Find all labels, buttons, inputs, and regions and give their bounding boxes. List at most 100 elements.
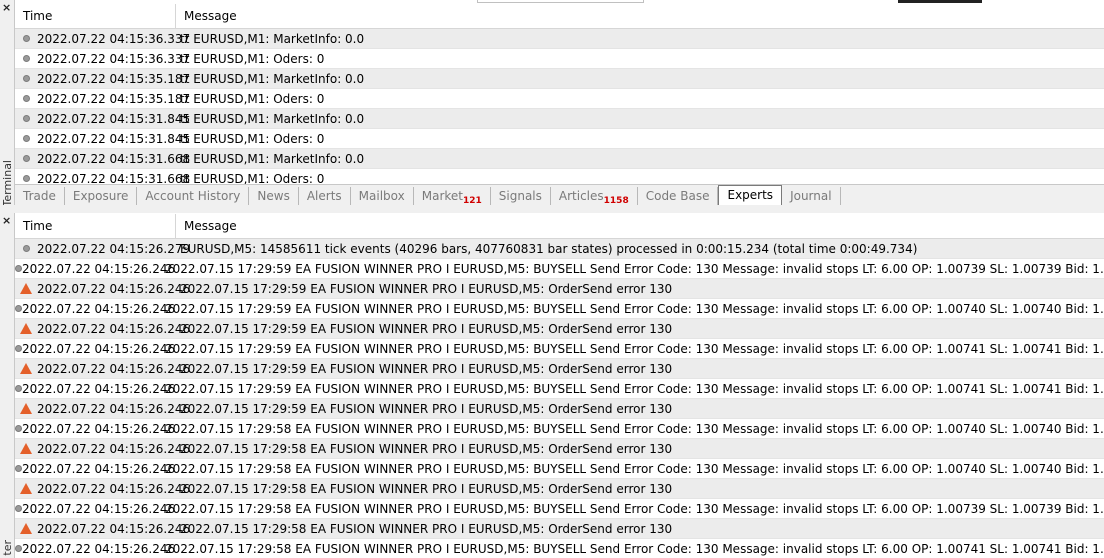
row-icon-cell bbox=[15, 465, 22, 472]
tester-rows: 2022.07.22 04:15:26.279 EURUSD,M5: 145856… bbox=[15, 239, 1104, 558]
tab-code-base[interactable]: Code Base bbox=[638, 187, 719, 205]
log-time: 2022.07.22 04:15:26.246 bbox=[22, 501, 176, 516]
log-time: 2022.07.22 04:15:31.668 bbox=[37, 171, 191, 185]
tab-label: Mailbox bbox=[358, 189, 405, 203]
log-row[interactable]: 2022.07.22 04:15:26.246 2022.07.15 17:29:… bbox=[15, 539, 1104, 558]
tab-market[interactable]: Market121 bbox=[414, 187, 491, 206]
row-icon-cell bbox=[15, 265, 22, 272]
log-time: 2022.07.22 04:15:26.246 bbox=[22, 341, 176, 356]
log-time: 2022.07.22 04:15:26.246 bbox=[37, 361, 191, 376]
log-row[interactable]: 2022.07.22 04:15:26.246 2022.07.15 17:29:… bbox=[15, 359, 1104, 379]
terminal-log-panel: Time Message 2022.07.22 04:15:36.337 tt E… bbox=[15, 4, 1104, 184]
info-dot-icon bbox=[15, 305, 22, 312]
tab-experts[interactable]: Experts bbox=[718, 185, 783, 205]
row-icon-cell bbox=[15, 443, 37, 454]
row-icon-cell bbox=[15, 75, 37, 82]
column-header-time[interactable]: Time bbox=[15, 4, 176, 28]
log-message: 2022.07.15 17:29:59 EA FUSION WINNER PRO… bbox=[180, 401, 673, 416]
log-row[interactable]: 2022.07.22 04:15:35.187 tt EURUSD,M1: Ode… bbox=[15, 89, 1104, 109]
log-message: tt EURUSD,M1: Oders: 0 bbox=[180, 131, 325, 146]
log-time: 2022.07.22 04:15:26.246 bbox=[22, 261, 176, 276]
log-message: tt EURUSD,M1: MarketInfo: 0.0 bbox=[180, 71, 365, 86]
log-row[interactable]: 2022.07.22 04:15:31.668 tt EURUSD,M1: Ode… bbox=[15, 169, 1104, 184]
info-dot-icon bbox=[15, 505, 22, 512]
log-row[interactable]: 2022.07.22 04:15:26.246 2022.07.15 17:29:… bbox=[15, 299, 1104, 319]
row-icon-cell bbox=[15, 95, 37, 102]
log-row[interactable]: 2022.07.22 04:15:26.246 2022.07.15 17:29:… bbox=[15, 279, 1104, 299]
log-time: 2022.07.22 04:15:26.246 bbox=[22, 541, 176, 556]
terminal-table-header: Time Message bbox=[15, 4, 1104, 29]
info-dot-icon bbox=[15, 345, 22, 352]
log-row[interactable]: 2022.07.22 04:15:26.246 2022.07.15 17:29:… bbox=[15, 479, 1104, 499]
info-dot-icon bbox=[22, 115, 30, 122]
log-row[interactable]: 2022.07.22 04:15:26.246 2022.07.15 17:29:… bbox=[15, 439, 1104, 459]
log-row[interactable]: 2022.07.22 04:15:26.246 2022.07.15 17:29:… bbox=[15, 339, 1104, 359]
log-row[interactable]: 2022.07.22 04:15:26.246 2022.07.15 17:29:… bbox=[15, 499, 1104, 519]
tab-mailbox[interactable]: Mailbox bbox=[351, 187, 414, 205]
log-row[interactable]: 2022.07.22 04:15:31.845 tt EURUSD,M1: Ode… bbox=[15, 129, 1104, 149]
row-icon-cell bbox=[15, 523, 37, 534]
tester-close-icon[interactable]: × bbox=[2, 215, 11, 226]
row-icon-cell bbox=[15, 135, 37, 142]
log-row[interactable]: 2022.07.22 04:15:31.668 tt EURUSD,M1: Mar… bbox=[15, 149, 1104, 169]
info-dot-icon bbox=[22, 155, 30, 162]
log-time: 2022.07.22 04:15:26.246 bbox=[37, 441, 191, 456]
tab-account-history[interactable]: Account History bbox=[137, 187, 250, 205]
tab-alerts[interactable]: Alerts bbox=[299, 187, 351, 205]
info-dot-icon bbox=[22, 35, 30, 42]
tab-news[interactable]: News bbox=[249, 187, 299, 205]
log-row[interactable]: 2022.07.22 04:15:26.246 2022.07.15 17:29:… bbox=[15, 399, 1104, 419]
log-row[interactable]: 2022.07.22 04:15:35.187 tt EURUSD,M1: Mar… bbox=[15, 69, 1104, 89]
row-icon-cell bbox=[15, 505, 22, 512]
tab-label: Experts bbox=[727, 188, 774, 202]
column-header-message[interactable]: Message bbox=[176, 4, 237, 28]
row-icon-cell bbox=[15, 483, 37, 494]
log-row[interactable]: 2022.07.22 04:15:26.246 2022.07.15 17:29:… bbox=[15, 459, 1104, 479]
tab-label: News bbox=[257, 189, 290, 203]
log-row[interactable]: 2022.07.22 04:15:26.246 2022.07.15 17:29:… bbox=[15, 379, 1104, 399]
log-message: tt EURUSD,M1: Oders: 0 bbox=[180, 91, 325, 106]
log-row[interactable]: 2022.07.22 04:15:36.337 tt EURUSD,M1: Ode… bbox=[15, 49, 1104, 69]
log-message: tt EURUSD,M1: Oders: 0 bbox=[180, 51, 325, 66]
log-time: 2022.07.22 04:15:26.246 bbox=[37, 481, 191, 496]
terminal-rows: 2022.07.22 04:15:36.337 tt EURUSD,M1: Mar… bbox=[15, 29, 1104, 184]
log-row[interactable]: 2022.07.22 04:15:26.246 2022.07.15 17:29:… bbox=[15, 319, 1104, 339]
tab-label: Code Base bbox=[645, 189, 710, 203]
log-message: 2022.07.15 17:29:59 EA FUSION WINNER PRO… bbox=[180, 361, 673, 376]
log-time: 2022.07.22 04:15:26.246 bbox=[37, 521, 191, 536]
row-icon-cell bbox=[15, 305, 22, 312]
tab-journal[interactable]: Journal bbox=[782, 187, 841, 205]
log-message: tt EURUSD,M1: MarketInfo: 0.0 bbox=[180, 31, 365, 46]
row-icon-cell bbox=[15, 115, 37, 122]
tester-log-panel: Time Message 2022.07.22 04:15:26.279 EURU… bbox=[15, 214, 1104, 558]
column-header-time[interactable]: Time bbox=[15, 214, 176, 238]
log-message: tt EURUSD,M1: Oders: 0 bbox=[180, 171, 325, 185]
warning-icon bbox=[20, 323, 32, 334]
tab-trade[interactable]: Trade bbox=[15, 187, 65, 205]
tab-signals[interactable]: Signals bbox=[491, 187, 551, 205]
info-dot-icon bbox=[22, 95, 30, 102]
row-icon-cell bbox=[15, 323, 37, 334]
tab-exposure[interactable]: Exposure bbox=[65, 187, 138, 205]
tab-articles[interactable]: Articles1158 bbox=[551, 187, 638, 206]
column-header-message[interactable]: Message bbox=[176, 214, 237, 238]
warning-icon bbox=[20, 283, 32, 294]
log-row[interactable]: 2022.07.22 04:15:26.246 2022.07.15 17:29:… bbox=[15, 419, 1104, 439]
panel-splitter[interactable] bbox=[0, 205, 1104, 213]
log-row[interactable]: 2022.07.22 04:15:26.246 2022.07.15 17:29:… bbox=[15, 519, 1104, 539]
log-time: 2022.07.22 04:15:36.337 bbox=[37, 31, 191, 46]
terminal-close-icon[interactable]: × bbox=[2, 2, 11, 13]
log-time: 2022.07.22 04:15:31.668 bbox=[37, 151, 191, 166]
log-row[interactable]: 2022.07.22 04:15:26.246 2022.07.15 17:29:… bbox=[15, 259, 1104, 279]
log-message: 2022.07.15 17:29:59 EA FUSION WINNER PRO… bbox=[165, 301, 1104, 316]
log-message: 2022.07.15 17:29:58 EA FUSION WINNER PRO… bbox=[165, 501, 1104, 516]
info-dot-icon bbox=[22, 245, 30, 252]
log-message: 2022.07.15 17:29:59 EA FUSION WINNER PRO… bbox=[165, 261, 1104, 276]
log-row[interactable]: 2022.07.22 04:15:36.337 tt EURUSD,M1: Mar… bbox=[15, 29, 1104, 49]
log-row[interactable]: 2022.07.22 04:15:26.279 EURUSD,M5: 145856… bbox=[15, 239, 1104, 259]
log-message: EURUSD,M5: 14585611 tick events (40296 b… bbox=[180, 241, 918, 256]
log-time: 2022.07.22 04:15:35.187 bbox=[37, 71, 191, 86]
log-row[interactable]: 2022.07.22 04:15:31.845 tt EURUSD,M1: Mar… bbox=[15, 109, 1104, 129]
tester-table-header: Time Message bbox=[15, 214, 1104, 239]
row-icon-cell bbox=[15, 363, 37, 374]
